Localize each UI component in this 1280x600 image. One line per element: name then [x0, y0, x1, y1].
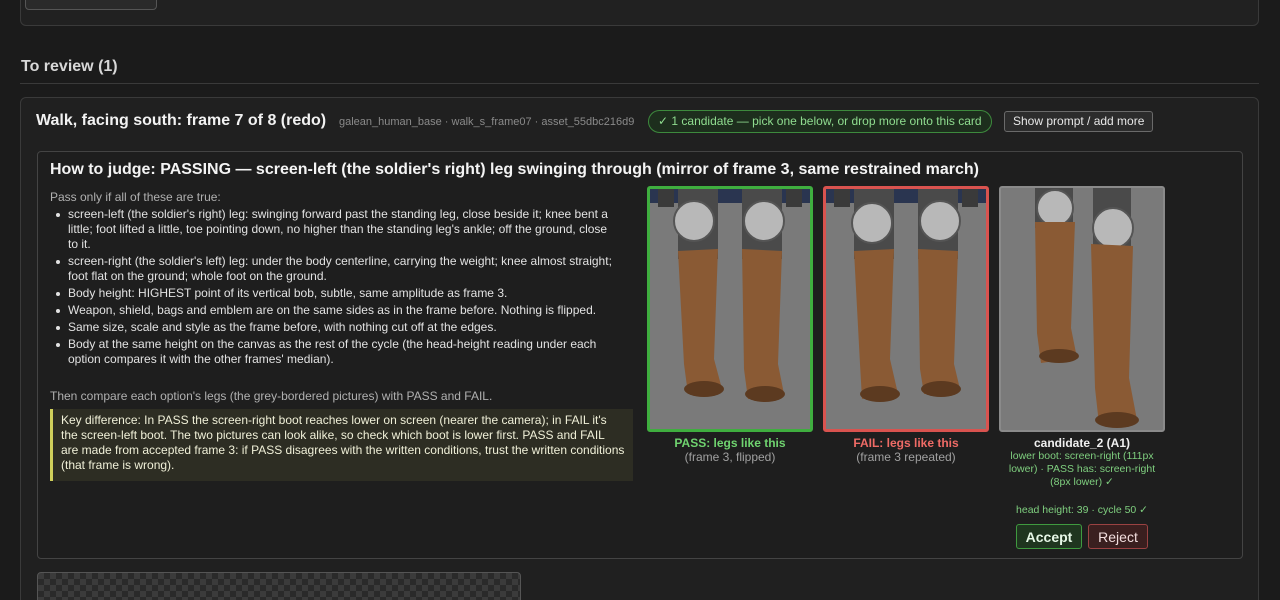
candidate-image[interactable]: [999, 186, 1165, 432]
next-card-thumbnail: [37, 572, 521, 600]
fail-reference-image: [823, 186, 989, 432]
previous-card: [20, 0, 1259, 26]
condition-item: screen-right (the soldier's left) leg: u…: [50, 254, 620, 284]
key-difference-note: Key difference: In PASS the screen-right…: [50, 409, 633, 481]
condition-item: Body height: HIGHEST point of its vertic…: [50, 286, 620, 301]
pass-reference-image: [647, 186, 813, 432]
pass-sublabel: (frame 3, flipped): [684, 450, 776, 464]
condition-list: screen-left (the soldier's right) leg: s…: [50, 207, 620, 369]
section-divider: [20, 83, 1259, 84]
condition-item: Same size, scale and style as the frame …: [50, 320, 620, 335]
judge-intro: Pass only if all of these are true:: [50, 190, 221, 204]
card-meta: galean_human_base · walk_s_frame07 · ass…: [339, 116, 635, 128]
condition-item: Weapon, shield, bags and emblem are on t…: [50, 303, 620, 318]
compare-note: Then compare each option's legs (the gre…: [50, 389, 493, 403]
head-height-reading: head height: 39 · cycle 50 ✓: [1016, 504, 1148, 516]
legs-illustration: [650, 189, 810, 402]
card-title: Walk, facing south: frame 7 of 8 (redo): [36, 112, 327, 129]
pass-label: PASS: legs like this: [674, 436, 786, 450]
candidate-count-badge: ✓ 1 candidate — pick one below, or drop …: [648, 110, 992, 133]
condition-item: screen-left (the soldier's right) leg: s…: [50, 207, 620, 252]
fail-caption: FAIL: legs like this (frame 3 repeated): [823, 436, 989, 464]
candidate-detail: lower boot: screen-right (111px lower) ·…: [1008, 450, 1156, 488]
previous-card-button[interactable]: [25, 0, 157, 10]
pass-caption: PASS: legs like this (frame 3, flipped): [647, 436, 813, 464]
judge-title: How to judge: PASSING — screen-left (the…: [50, 161, 979, 178]
legs-illustration: [1035, 188, 1139, 428]
show-prompt-button[interactable]: Show prompt / add more: [1004, 111, 1154, 132]
accept-button[interactable]: Accept: [1016, 524, 1082, 549]
condition-item: Body at the same height on the canvas as…: [50, 337, 620, 367]
section-title: To review (1): [21, 58, 118, 75]
legs-illustration: [826, 189, 986, 402]
candidate-label: candidate_2 (A1): [1033, 436, 1131, 450]
reject-button[interactable]: Reject: [1088, 524, 1148, 549]
fail-label: FAIL: legs like this: [853, 436, 959, 450]
fail-sublabel: (frame 3 repeated): [856, 450, 956, 464]
